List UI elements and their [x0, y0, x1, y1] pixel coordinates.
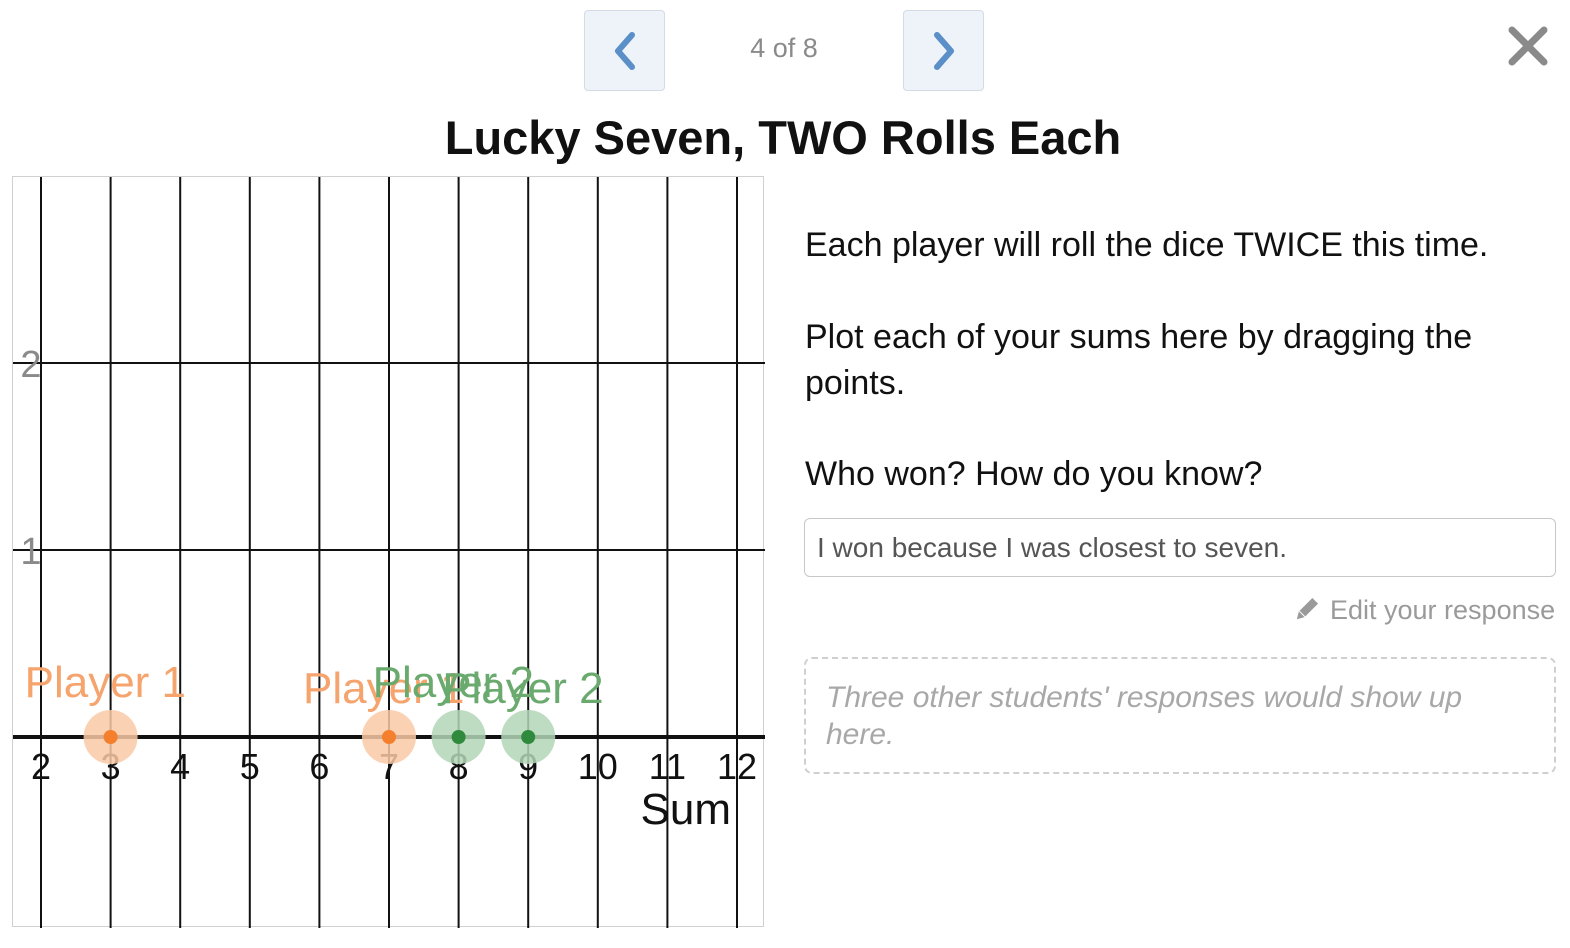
chevron-left-icon	[614, 31, 635, 70]
draggable-point[interactable]	[103, 730, 118, 744]
question-text: Who won? How do you know?	[805, 455, 1263, 493]
page-indicator: 4 of 8	[750, 33, 818, 63]
x-tick-label: 2	[31, 746, 51, 787]
next-button[interactable]	[903, 10, 984, 91]
y-tick-label: 2	[20, 344, 41, 386]
draggable-point[interactable]	[382, 730, 396, 744]
edit-response-link[interactable]: Edit your response	[1292, 592, 1555, 628]
draggable-point[interactable]	[521, 730, 536, 744]
x-tick-label: 4	[170, 746, 190, 787]
x-tick-label: 6	[309, 746, 329, 787]
graph-canvas[interactable]: 122 3 4 5 6 7 8 9 10 11 12SumPlayer 1 Player 1Playe…	[13, 177, 765, 928]
other-responses-placeholder: Three other students' responses would sh…	[804, 657, 1556, 774]
pencil-icon	[1296, 597, 1319, 620]
dot-plot-graph[interactable]: 1 2 2 3 4 5 6 7 8 9 10 11 12 Sum Player 1 Player 1 Playe…	[12, 176, 765, 928]
y-tick-label: 1	[20, 531, 41, 573]
x-axis-label: Sum	[641, 785, 731, 834]
close-icon	[1508, 26, 1548, 66]
x-tick-label: 5	[240, 746, 260, 787]
point-label: Player 1	[25, 658, 186, 707]
instruction-line-1: Each player will roll the dice TWICE thi…	[805, 226, 1489, 264]
close-button[interactable]	[1506, 24, 1550, 68]
edit-response-label: Edit your response	[1330, 594, 1556, 625]
draggable-point[interactable]	[451, 730, 466, 744]
page-title: Lucky Seven, TWO Rolls Each	[444, 111, 1122, 164]
x-tick-label: 12	[717, 746, 757, 787]
x-tick-label: 11	[649, 746, 686, 787]
chevron-right-icon	[933, 31, 954, 70]
point-label: Player 2	[442, 664, 603, 713]
instruction-line-2: Plot each of your sums here by dragging …	[805, 318, 1473, 402]
previous-button[interactable]	[584, 10, 665, 91]
x-tick-label: 10	[578, 746, 618, 787]
response-field[interactable]: I won because I was closest to seven.	[804, 518, 1556, 577]
